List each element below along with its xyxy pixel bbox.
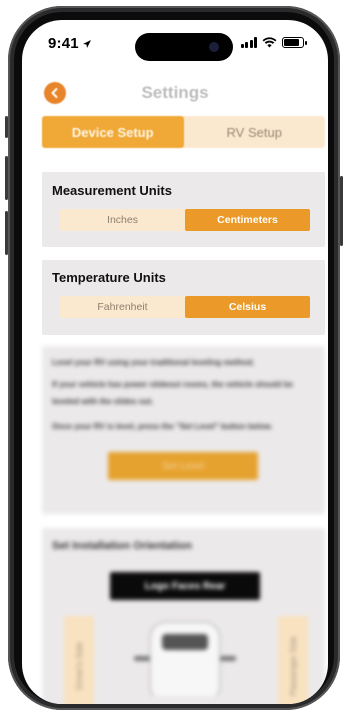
option-centimeters[interactable]: Centimeters bbox=[185, 209, 310, 231]
option-inches[interactable]: Inches bbox=[60, 209, 185, 231]
wifi-icon bbox=[262, 37, 277, 48]
status-time-text: 9:41 bbox=[48, 35, 79, 52]
measurement-units-toggle: Inches Centimeters bbox=[60, 209, 310, 231]
cellular-signal-icon bbox=[240, 37, 257, 48]
action-button bbox=[5, 116, 8, 138]
tab-device-setup[interactable]: Device Setup bbox=[42, 116, 184, 148]
temperature-units-toggle: Fahrenheit Celsius bbox=[60, 296, 310, 318]
power-button bbox=[340, 176, 343, 246]
right-side-label: Passenger Side bbox=[278, 616, 308, 704]
battery-icon bbox=[282, 37, 307, 48]
battery-level bbox=[284, 39, 300, 46]
left-side-label: Driver's Side bbox=[64, 616, 94, 704]
option-celsius[interactable]: Celsius bbox=[185, 296, 310, 318]
leveling-instruction-2: If your vehicle has power slideout rooms… bbox=[52, 380, 293, 406]
nav-header: Settings bbox=[22, 76, 328, 108]
page-title: Settings bbox=[141, 83, 209, 102]
volume-down-button bbox=[5, 211, 8, 255]
main-tab-bar: Device Setup RV Setup bbox=[42, 116, 325, 148]
left-side-label-text: Driver's Side bbox=[74, 642, 85, 690]
set-level-button[interactable]: Set Level bbox=[108, 452, 258, 480]
volume-up-button bbox=[5, 156, 8, 200]
measurement-units-title: Measurement Units bbox=[52, 183, 172, 198]
temperature-units-title: Temperature Units bbox=[52, 270, 166, 285]
orientation-card: Set Installation Orientation Logo Faces … bbox=[42, 528, 325, 704]
leveling-card: Level your RV using your traditional lev… bbox=[42, 346, 325, 514]
app-screen: 9:41 Settings Device Setup RV Setup Meas… bbox=[22, 20, 328, 704]
tab-rv-setup[interactable]: RV Setup bbox=[184, 116, 326, 148]
measurement-units-card: Measurement Units Inches Centimeters bbox=[42, 172, 325, 247]
status-time: 9:41 bbox=[48, 35, 92, 52]
orientation-title: Set Installation Orientation bbox=[52, 540, 192, 552]
location-arrow-icon bbox=[82, 39, 91, 48]
right-side-label-text: Passenger Side bbox=[288, 635, 299, 697]
temperature-units-card: Temperature Units Fahrenheit Celsius bbox=[42, 260, 325, 335]
leveling-instruction-1: Level your RV using your traditional lev… bbox=[52, 358, 255, 367]
camera-icon bbox=[209, 42, 219, 52]
status-icons bbox=[240, 37, 307, 48]
logo-orientation-button[interactable]: Logo Faces Rear bbox=[110, 572, 260, 600]
dynamic-island bbox=[135, 33, 233, 61]
option-fahrenheit[interactable]: Fahrenheit bbox=[60, 296, 185, 318]
rv-top-view-icon bbox=[134, 621, 236, 696]
leveling-instruction-3: Once your RV is level, press the "Set Le… bbox=[52, 422, 273, 431]
